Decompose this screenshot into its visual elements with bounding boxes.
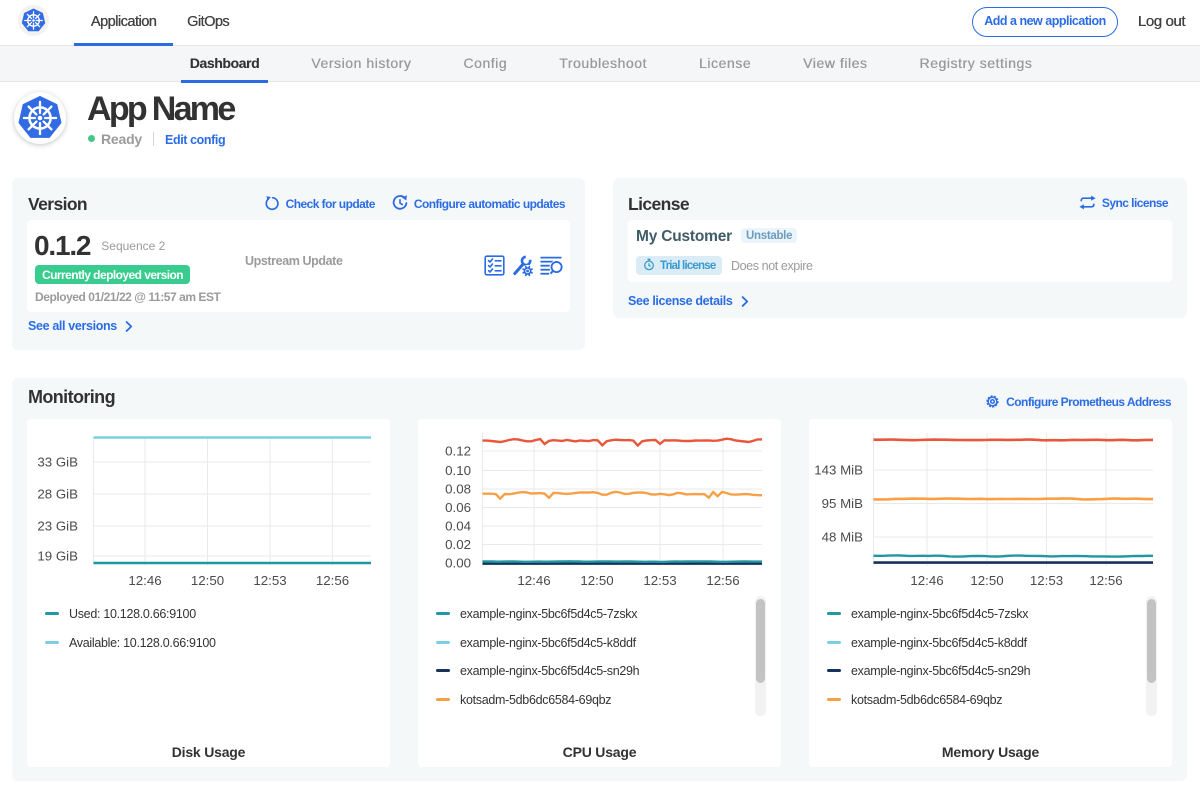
- svg-text:0.06: 0.06: [445, 500, 471, 515]
- svg-text:0.12: 0.12: [445, 444, 471, 459]
- svg-text:12:53: 12:53: [253, 573, 286, 588]
- svg-text:19 GiB: 19 GiB: [37, 549, 78, 564]
- svg-text:12:46: 12:46: [517, 573, 550, 588]
- svg-text:12:50: 12:50: [580, 573, 613, 588]
- svg-text:12:50: 12:50: [970, 573, 1003, 588]
- svg-text:95 MiB: 95 MiB: [822, 496, 864, 511]
- svg-text:12:56: 12:56: [1089, 573, 1122, 588]
- svg-text:0.00: 0.00: [445, 556, 471, 571]
- svg-text:12:56: 12:56: [316, 573, 349, 588]
- svg-text:12:46: 12:46: [128, 573, 161, 588]
- svg-text:12:50: 12:50: [191, 573, 224, 588]
- svg-text:12:53: 12:53: [643, 573, 676, 588]
- svg-text:12:53: 12:53: [1030, 573, 1063, 588]
- svg-text:48 MiB: 48 MiB: [822, 530, 864, 545]
- svg-text:28 GiB: 28 GiB: [37, 487, 78, 502]
- svg-text:12:46: 12:46: [910, 573, 943, 588]
- svg-text:0.10: 0.10: [445, 463, 471, 478]
- svg-text:0.02: 0.02: [445, 537, 471, 552]
- svg-text:23 GiB: 23 GiB: [37, 519, 78, 534]
- svg-text:0.08: 0.08: [445, 482, 471, 497]
- svg-text:143 MiB: 143 MiB: [814, 463, 863, 478]
- svg-text:0.04: 0.04: [445, 519, 471, 534]
- svg-text:33 GiB: 33 GiB: [37, 455, 78, 470]
- svg-text:12:56: 12:56: [706, 573, 739, 588]
